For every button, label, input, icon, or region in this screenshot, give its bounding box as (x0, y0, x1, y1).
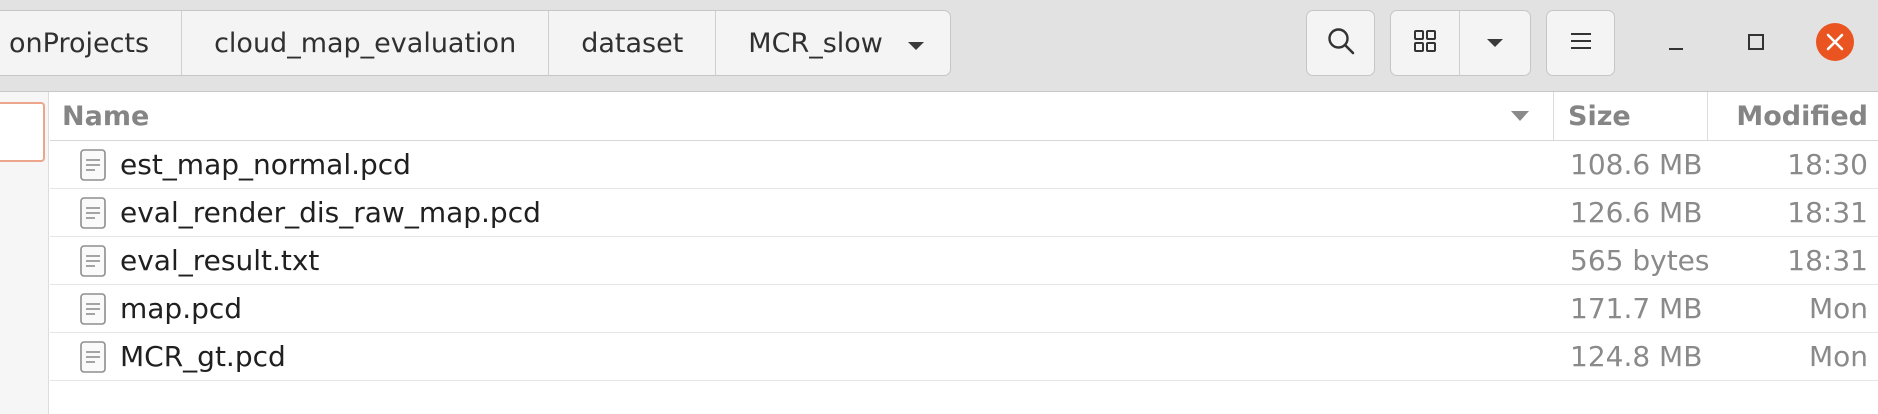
file-row[interactable]: MCR_gt.pcd 124.8 MB Mon (50, 333, 1878, 381)
file-modified: 18:31 (1787, 196, 1868, 229)
file-modified: Mon (1808, 292, 1868, 325)
file-size: 108.6 MB (1570, 148, 1703, 181)
column-size-label: Size (1568, 100, 1631, 132)
menu-button[interactable] (1546, 10, 1615, 76)
header-bar: onProjects cloud_map_evaluation dataset … (0, 0, 1878, 92)
sidebar (0, 92, 49, 414)
grid-view-button[interactable] (1391, 11, 1461, 75)
column-name-label: Name (62, 100, 150, 132)
crumb-mcr-slow[interactable]: MCR_slow (716, 11, 950, 75)
file-name: MCR_gt.pcd (120, 340, 286, 373)
file-list: Name Size Modified est_map_normal.pcd 10… (50, 92, 1878, 414)
maximize-button[interactable] (1736, 24, 1776, 64)
path-bar: onProjects cloud_map_evaluation dataset … (0, 10, 951, 76)
text-file-icon (80, 189, 106, 236)
search-button[interactable] (1306, 10, 1375, 76)
hamburger-menu-icon (1569, 31, 1593, 55)
file-name: eval_render_dis_raw_map.pcd (120, 196, 541, 229)
view-options-dropdown[interactable] (1460, 11, 1530, 75)
minimize-icon (1666, 32, 1686, 56)
file-row[interactable]: map.pcd 171.7 MB Mon (50, 285, 1878, 333)
text-file-icon (80, 141, 106, 188)
file-size: 124.8 MB (1570, 340, 1703, 373)
grid-view-icon (1413, 29, 1437, 57)
file-modified: Mon (1808, 340, 1868, 373)
sort-descending-icon[interactable] (1510, 92, 1530, 140)
search-icon (1326, 26, 1356, 60)
crumb-onprojects[interactable]: onProjects (0, 11, 183, 75)
text-file-icon (80, 285, 106, 332)
file-row[interactable]: est_map_normal.pcd 108.6 MB 18:30 (50, 141, 1878, 189)
file-name: est_map_normal.pcd (120, 148, 411, 181)
column-modified-label: Modified (1736, 100, 1868, 132)
file-size: 126.6 MB (1570, 196, 1703, 229)
chevron-down-icon[interactable] (907, 28, 925, 59)
file-name: eval_result.txt (120, 244, 320, 277)
column-header-size[interactable]: Size (1553, 92, 1707, 140)
sidebar-selected-item[interactable] (0, 102, 45, 162)
minimize-button[interactable] (1656, 24, 1696, 64)
column-header-row: Name Size Modified (50, 92, 1878, 141)
column-header-name[interactable]: Name (62, 92, 1562, 140)
close-button[interactable] (1815, 22, 1855, 66)
file-row[interactable]: eval_result.txt 565 bytes 18:31 (50, 237, 1878, 285)
file-modified: 18:30 (1787, 148, 1868, 181)
crumb-mcr-slow-label: MCR_slow (748, 27, 883, 59)
file-row[interactable]: eval_render_dis_raw_map.pcd 126.6 MB 18:… (50, 189, 1878, 237)
maximize-icon (1746, 32, 1766, 56)
view-toggle-group (1390, 10, 1531, 76)
file-size: 171.7 MB (1570, 292, 1703, 325)
column-header-modified[interactable]: Modified (1707, 92, 1878, 140)
text-file-icon (80, 333, 106, 380)
close-icon (1815, 22, 1855, 66)
file-size: 565 bytes (1570, 244, 1710, 277)
file-name: map.pcd (120, 292, 243, 325)
file-modified: 18:31 (1787, 244, 1868, 277)
chevron-down-icon (1486, 34, 1504, 53)
text-file-icon (80, 237, 106, 284)
crumb-dataset[interactable]: dataset (549, 11, 717, 75)
crumb-cloud-map-evaluation[interactable]: cloud_map_evaluation (182, 11, 550, 75)
